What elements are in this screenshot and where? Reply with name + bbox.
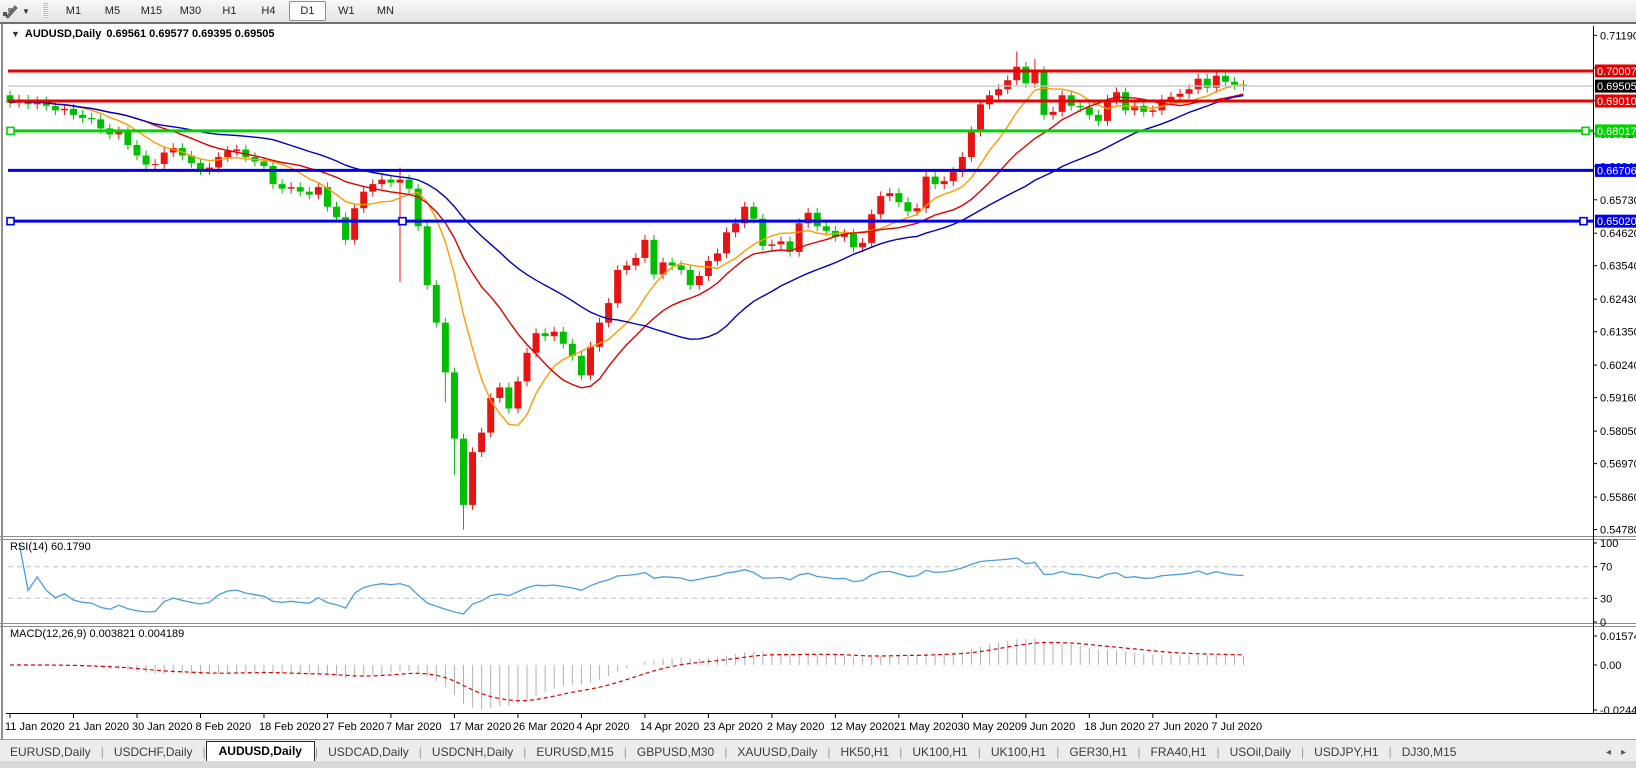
svg-text:23 Apr 2020: 23 Apr 2020 <box>703 721 762 733</box>
svg-text:0.61350: 0.61350 <box>1600 327 1636 339</box>
svg-text:70: 70 <box>1600 562 1612 574</box>
toolbar-grip[interactable] <box>42 3 48 19</box>
timeframe-button-d1[interactable]: D1 <box>289 1 326 21</box>
tab-hk50-h1[interactable]: HK50,H1 <box>831 743 900 762</box>
svg-text:17 Mar 2020: 17 Mar 2020 <box>449 721 511 733</box>
macd-indicator-label: MACD(12,26,9) 0.003821 0.004189 <box>10 628 184 640</box>
svg-text:0.69010: 0.69010 <box>1597 96 1636 108</box>
chart-title-bar: ▼ AUDUSD,Daily 0.69561 0.69577 0.69395 0… <box>7 28 281 40</box>
tab-uk100-h1[interactable]: UK100,H1 <box>981 743 1056 762</box>
svg-text:0.01574: 0.01574 <box>1600 631 1636 643</box>
svg-text:12 May 2020: 12 May 2020 <box>830 721 894 733</box>
tab-dj30-m15[interactable]: DJ30,M15 <box>1392 743 1467 762</box>
svg-text:0.62430: 0.62430 <box>1600 294 1636 306</box>
svg-text:7 Jul 2020: 7 Jul 2020 <box>1211 721 1262 733</box>
fast-ma-line <box>10 85 1244 426</box>
svg-text:-0.02441: -0.02441 <box>1600 705 1636 717</box>
timeframe-button-m1[interactable]: M1 <box>55 1 92 21</box>
tab-audusd-daily[interactable]: AUDUSD,Daily <box>206 741 315 762</box>
rsi-indicator-label: RSI(14) 60.1790 <box>10 541 91 553</box>
svg-text:11 Jan 2020: 11 Jan 2020 <box>5 721 65 733</box>
top-toolbar: ▼ M1M5M15M30H1H4D1W1MN <box>0 0 1636 23</box>
svg-text:18 Jun 2020: 18 Jun 2020 <box>1084 721 1145 733</box>
timeframe-button-m5[interactable]: M5 <box>94 1 131 21</box>
svg-text:0.00: 0.00 <box>1600 660 1621 672</box>
macd-pane: 0.01574 0.00 -0.02441 <box>10 631 1636 717</box>
svg-text:0.64620: 0.64620 <box>1600 228 1636 240</box>
svg-text:8 Feb 2020: 8 Feb 2020 <box>195 721 251 733</box>
svg-text:0.63540: 0.63540 <box>1600 261 1636 273</box>
svg-text:0.68017: 0.68017 <box>1597 126 1636 138</box>
bottom-strip <box>0 761 1636 768</box>
mid-ma-line <box>10 94 1244 388</box>
svg-text:26 Mar 2020: 26 Mar 2020 <box>513 721 575 733</box>
caret-down-icon[interactable]: ▼ <box>22 7 30 16</box>
candles <box>7 52 1248 530</box>
rsi-pane: 100 70 30 0 <box>8 538 1618 629</box>
svg-text:2 May 2020: 2 May 2020 <box>767 721 824 733</box>
tab-usdcnh-daily[interactable]: USDCNH,Daily <box>422 743 523 762</box>
price-levels: 0.70007 0.69505 0.69010 0.68017 0.66706 0.650… <box>7 64 1636 228</box>
chart-canvas[interactable]: 0.711900.701100.690300.679200.668400.657… <box>0 24 1636 741</box>
svg-text:0.70007: 0.70007 <box>1597 66 1636 78</box>
chart-symbol-period: AUDUSD,Daily <box>25 28 101 40</box>
date-axis: 11 Jan 202021 Jan 202030 Jan 20208 Feb 2… <box>5 714 1262 733</box>
svg-text:30 May 2020: 30 May 2020 <box>957 721 1021 733</box>
svg-text:0.60240: 0.60240 <box>1600 360 1636 372</box>
svg-text:100: 100 <box>1600 538 1618 550</box>
svg-text:21 May 2020: 21 May 2020 <box>894 721 958 733</box>
tab-gbpusd-m30[interactable]: GBPUSD,M30 <box>627 743 724 762</box>
svg-text:0.54780: 0.54780 <box>1600 525 1636 537</box>
timeframe-button-mn[interactable]: MN <box>367 1 404 21</box>
tab-uk100-h1[interactable]: UK100,H1 <box>902 743 977 762</box>
chart-window[interactable]: ▼ AUDUSD,Daily 0.69561 0.69577 0.69395 0… <box>0 22 1636 741</box>
tab-usoil-daily[interactable]: USOil,Daily <box>1220 743 1301 762</box>
draw-tool-icon <box>2 3 18 19</box>
svg-text:27 Jun 2020: 27 Jun 2020 <box>1148 721 1209 733</box>
svg-text:0.59160: 0.59160 <box>1600 393 1636 405</box>
tab-usdchf-daily[interactable]: USDCHF,Daily <box>104 743 203 762</box>
svg-text:0.65020: 0.65020 <box>1597 216 1636 228</box>
timeframe-button-h4[interactable]: H4 <box>250 1 287 21</box>
timeframe-button-h1[interactable]: H1 <box>211 1 248 21</box>
tabs-scroll-right-icon[interactable]: ▸ <box>1621 747 1626 758</box>
svg-text:0.56970: 0.56970 <box>1600 459 1636 471</box>
svg-text:4 Apr 2020: 4 Apr 2020 <box>576 721 629 733</box>
svg-text:27 Feb 2020: 27 Feb 2020 <box>322 721 384 733</box>
svg-text:21 Jan 2020: 21 Jan 2020 <box>68 721 129 733</box>
svg-text:0.69505: 0.69505 <box>1597 81 1636 93</box>
svg-text:14 Apr 2020: 14 Apr 2020 <box>640 721 699 733</box>
tab-xauusd-daily[interactable]: XAUUSD,Daily <box>727 743 827 762</box>
svg-text:7 Mar 2020: 7 Mar 2020 <box>386 721 442 733</box>
tab-usdjpy-h1[interactable]: USDJPY,H1 <box>1304 743 1388 762</box>
tab-ger30-h1[interactable]: GER30,H1 <box>1059 743 1137 762</box>
tab-eurusd-daily[interactable]: EURUSD,Daily <box>0 743 101 762</box>
svg-text:30 Jan 2020: 30 Jan 2020 <box>132 721 193 733</box>
svg-text:18 Feb 2020: 18 Feb 2020 <box>259 721 321 733</box>
svg-text:0.55860: 0.55860 <box>1600 492 1636 504</box>
svg-text:0: 0 <box>1600 617 1606 629</box>
svg-text:9 Jun 2020: 9 Jun 2020 <box>1021 721 1075 733</box>
timeframe-buttons: M1M5M15M30H1H4D1W1MN <box>54 1 405 21</box>
chart-ohlc-values: 0.69561 0.69577 0.69395 0.69505 <box>106 28 274 40</box>
chart-collapse-icon[interactable]: ▼ <box>11 29 20 39</box>
svg-text:0.58050: 0.58050 <box>1600 426 1636 438</box>
timeframe-button-m15[interactable]: M15 <box>133 1 170 21</box>
tab-eurusd-m15[interactable]: EURUSD,M15 <box>526 743 623 762</box>
timeframe-button-w1[interactable]: W1 <box>328 1 365 21</box>
timeframe-button-m30[interactable]: M30 <box>172 1 209 21</box>
svg-text:0.66706: 0.66706 <box>1597 165 1636 177</box>
svg-text:30: 30 <box>1600 593 1612 605</box>
svg-text:0.71190: 0.71190 <box>1600 30 1636 42</box>
draw-tool-button[interactable]: ▼ <box>0 0 36 22</box>
tab-fra40-h1[interactable]: FRA40,H1 <box>1140 743 1216 762</box>
tabs-scroll-left-icon[interactable]: ◂ <box>1606 747 1611 758</box>
chart-tab-bar: EURUSD,Daily|USDCHF,Daily|AUDUSD,Daily|U… <box>0 739 1636 763</box>
svg-text:0.65730: 0.65730 <box>1600 195 1636 207</box>
tab-usdcad-daily[interactable]: USDCAD,Daily <box>318 743 419 762</box>
